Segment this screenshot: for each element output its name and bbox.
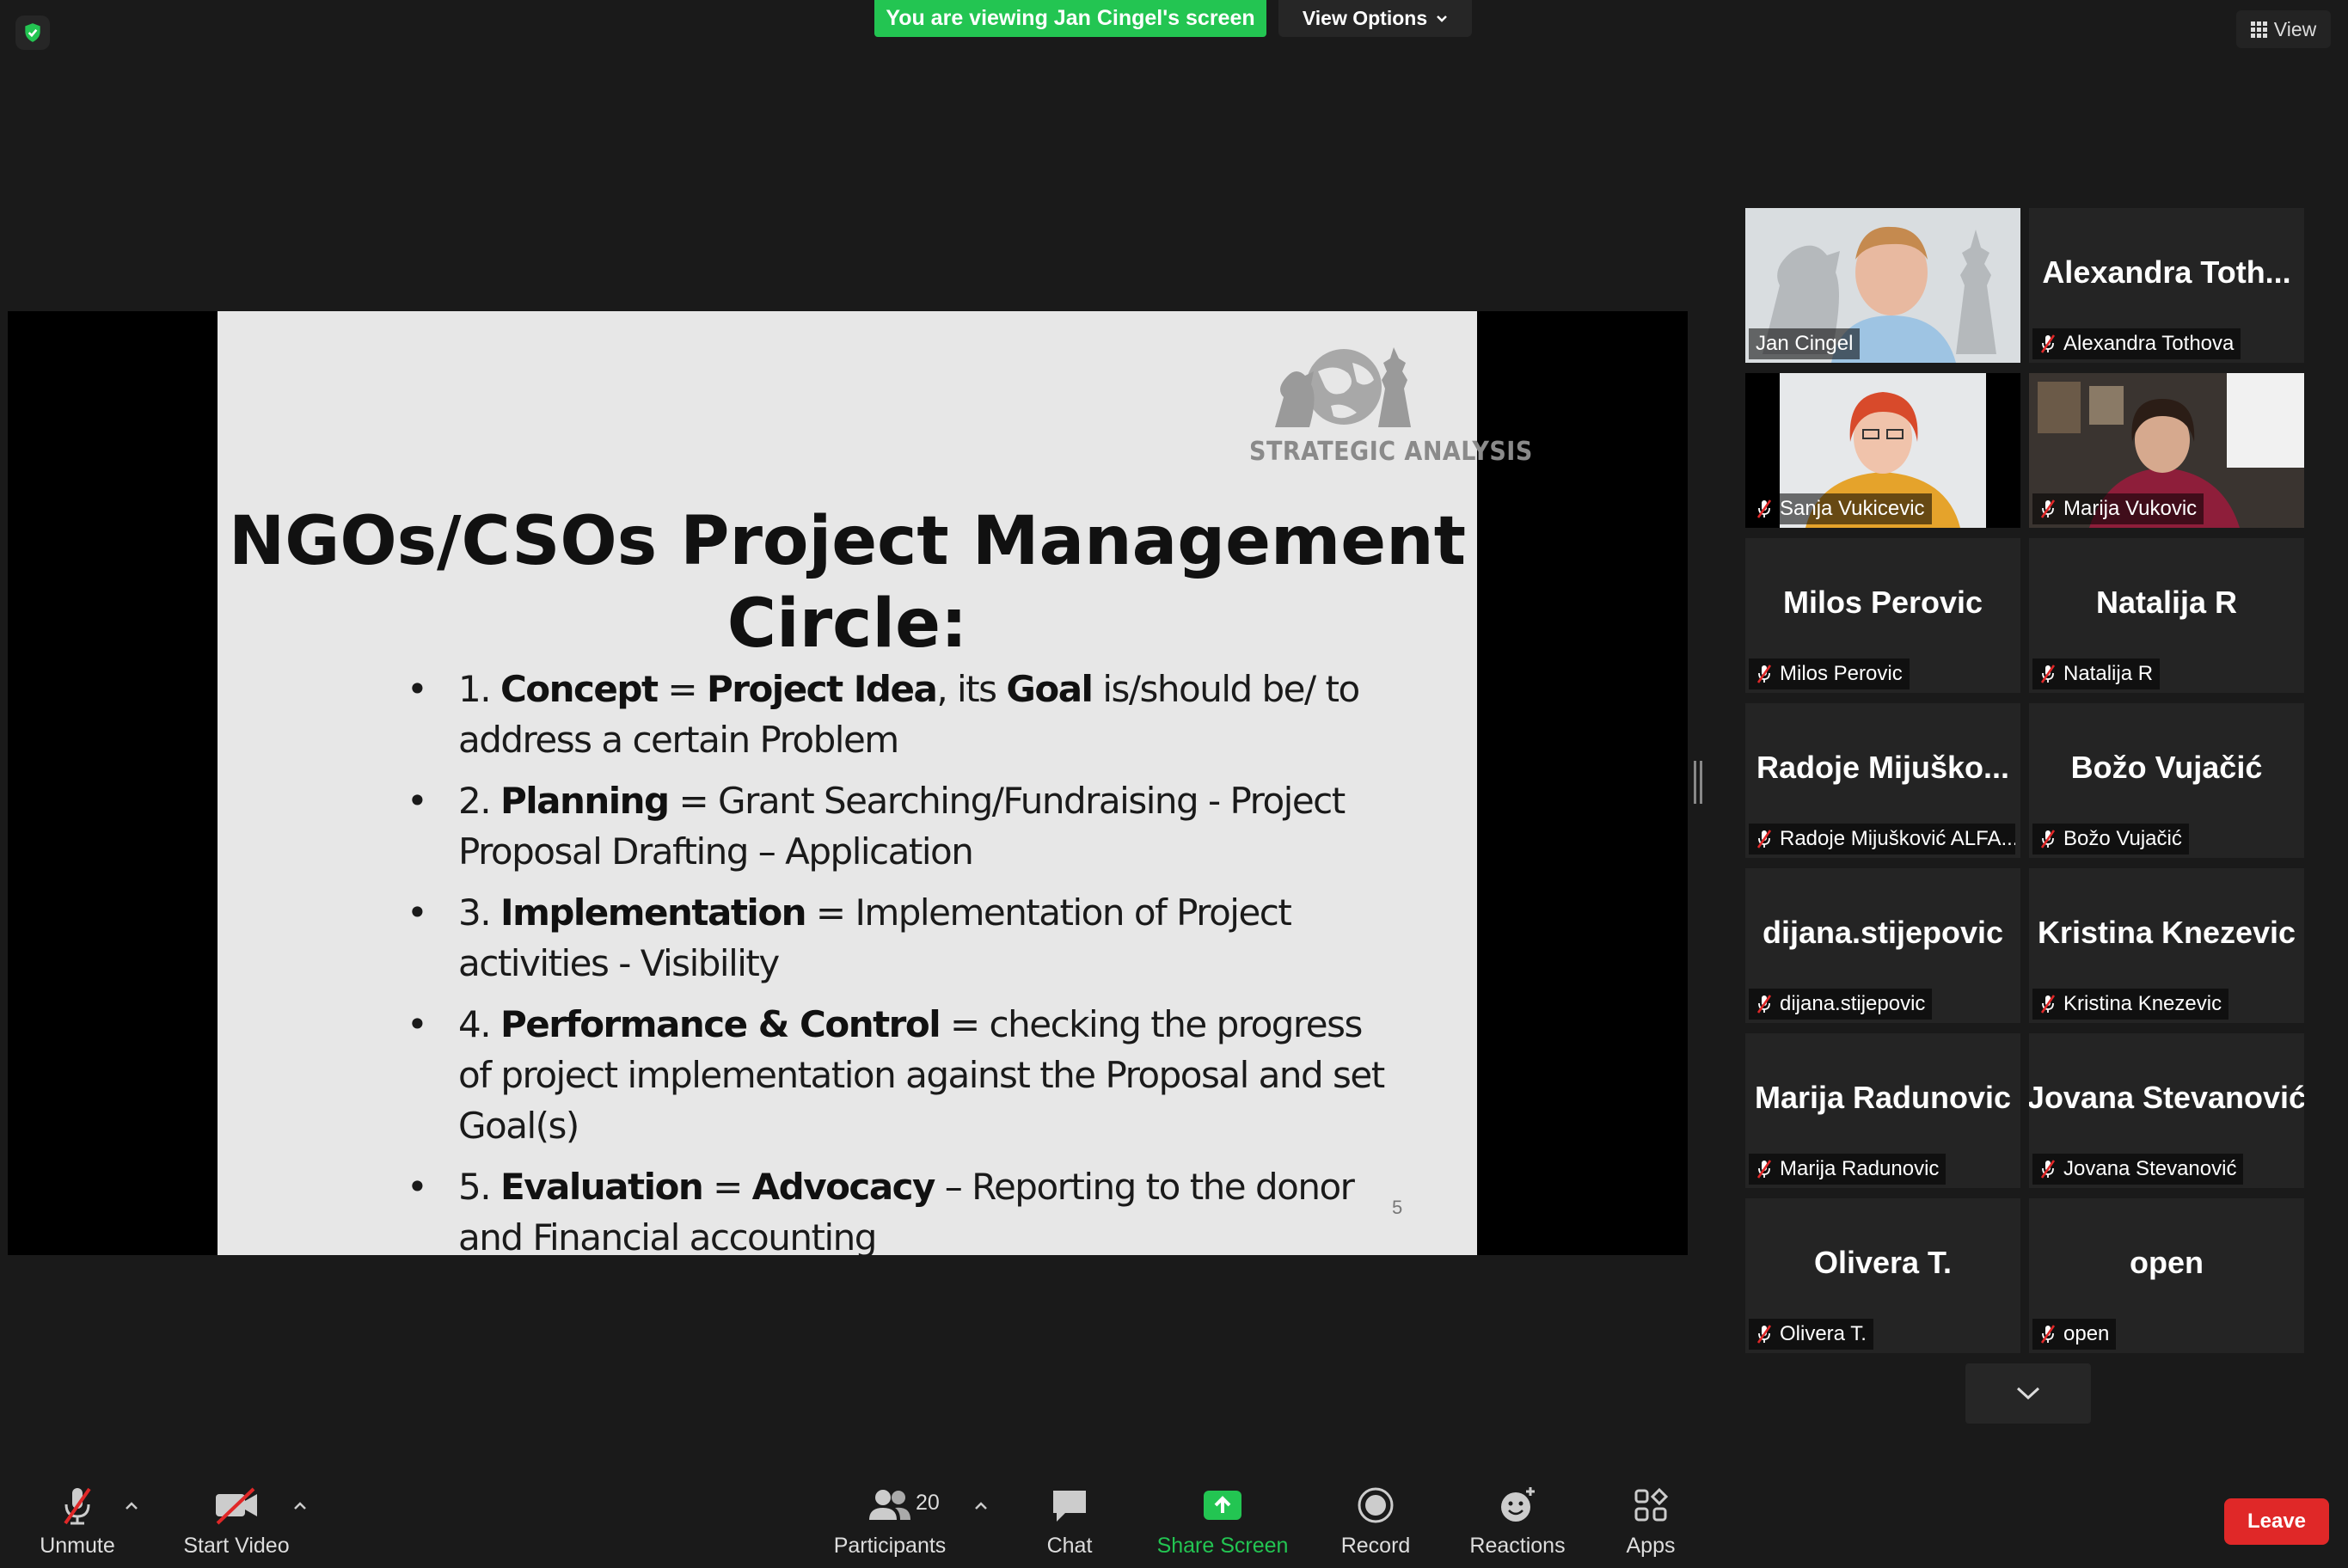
slide-title-line2: Circle: — [726, 585, 968, 663]
chat-icon — [1053, 1491, 1086, 1522]
view-options-button[interactable]: View Options — [1278, 0, 1472, 37]
video-off-icon — [216, 1487, 257, 1525]
muted-mic-icon — [1756, 1160, 1772, 1179]
muted-mic-icon — [2040, 499, 2056, 518]
grid-icon — [2250, 21, 2267, 38]
share-screen-icon — [1204, 1491, 1241, 1520]
participant-name-label: Natalija R — [2032, 658, 2161, 689]
view-options-label: View Options — [1302, 7, 1428, 29]
participant-tile[interactable]: Božo Vujačić Božo Vujačić — [2029, 703, 2304, 858]
view-layout-button[interactable]: View — [2236, 10, 2331, 48]
muted-mic-icon — [64, 1487, 91, 1525]
apps-label: Apps — [1626, 1534, 1676, 1558]
participant-name-label: Sanja Vukicevic — [1749, 493, 1932, 524]
participant-name-label: Jovana Stevanović — [2032, 1154, 2244, 1185]
participant-tile[interactable]: Kristina Knezevic Kristina Knezevic — [2029, 868, 2304, 1023]
muted-mic-icon — [2040, 995, 2056, 1014]
participant-count: 20 — [916, 1491, 940, 1515]
start-video-button[interactable]: Start Video — [176, 1485, 297, 1568]
apps-icon — [1634, 1487, 1669, 1522]
share-screen-label: Share Screen — [1156, 1534, 1289, 1558]
presentation-slide: STRATEGIC ANALYSIS NGOs/CSOs Project Man… — [218, 311, 1533, 1259]
participant-tile[interactable]: dijana.stijepovic dijana.stijepovic — [1745, 868, 2020, 1023]
reactions-button[interactable]: Reactions — [1462, 1485, 1573, 1568]
chevron-down-icon — [2016, 1387, 2040, 1400]
video-options-caret-icon[interactable] — [291, 1498, 309, 1515]
unmute-label: Unmute — [40, 1534, 115, 1558]
logo-text: STRATEGIC ANALYSIS — [1249, 437, 1533, 467]
chat-button[interactable]: Chat — [1035, 1485, 1104, 1568]
record-icon — [1358, 1487, 1394, 1523]
chess-globe-logo-icon — [1275, 347, 1411, 427]
muted-mic-icon — [2040, 830, 2056, 848]
participant-name-label: open — [2032, 1319, 2117, 1350]
slide-page-number: 5 — [1392, 1197, 1403, 1218]
audio-options-caret-icon[interactable] — [123, 1498, 140, 1515]
reactions-emoji-icon — [1501, 1487, 1535, 1522]
participant-tile[interactable]: Sanja Vukicevic — [1745, 373, 2020, 528]
participant-tile[interactable]: Jovana Stevanović Jovana Stevanović — [2029, 1033, 2304, 1188]
participant-name-label: Jan Cingel — [1749, 328, 1861, 359]
muted-mic-icon — [2040, 665, 2056, 683]
muted-mic-icon — [1756, 665, 1772, 683]
security-shield-icon[interactable] — [15, 15, 50, 50]
participant-name-label: dijana.stijepovic — [1749, 989, 1933, 1020]
strategic-analysis-logo: STRATEGIC ANALYSIS — [1249, 337, 1533, 475]
participant-name-label: Božo Vujačić — [2032, 824, 2189, 854]
participant-tile[interactable]: Alexandra Toth... Alexandra Tothova — [2029, 208, 2304, 363]
participant-tile[interactable]: Milos Perovic Milos Perovic — [1745, 538, 2020, 693]
participant-name-label: Milos Perovic — [1749, 658, 1910, 689]
bullet-item: 1. Concept = Project Idea, its Goal is/s… — [407, 664, 1404, 765]
participant-tile[interactable]: Jan Cingel — [1745, 208, 2020, 363]
participants-options-caret-icon[interactable] — [972, 1498, 990, 1515]
bullet-item: 5. Evaluation = Advocacy – Reporting to … — [407, 1161, 1404, 1263]
slide-title: NGOs/CSOs Project Management Circle: — [218, 500, 1477, 665]
participant-name-label: Radoje Mijušković ALFA... — [1749, 824, 2015, 854]
record-label: Record — [1340, 1534, 1411, 1558]
muted-mic-icon — [1756, 499, 1772, 518]
share-screen-button[interactable]: Share Screen — [1156, 1485, 1289, 1568]
muted-mic-icon — [2040, 1160, 2056, 1179]
gallery-next-page-button[interactable] — [1965, 1363, 2091, 1424]
muted-mic-icon — [1756, 1325, 1772, 1344]
participant-tile[interactable]: Olivera T. Olivera T. — [1745, 1198, 2020, 1353]
participant-name-label: Marija Radunovic — [1749, 1154, 1946, 1185]
participant-name-label: Olivera T. — [1749, 1319, 1873, 1350]
slide-bullet-list: 1. Concept = Project Idea, its Goal is/s… — [407, 664, 1404, 1273]
meeting-toolbar: Unmute Start Video Participants 20 Chat … — [0, 1461, 2348, 1568]
muted-mic-icon — [1756, 995, 1772, 1014]
bullet-item: 4. Performance & Control = checking the … — [407, 999, 1404, 1151]
bullet-item: 3. Implementation = Implementation of Pr… — [407, 887, 1404, 989]
apps-button[interactable]: Apps — [1616, 1485, 1685, 1568]
reactions-label: Reactions — [1469, 1534, 1566, 1558]
viewing-screen-banner: You are viewing Jan Cingel's screen — [874, 0, 1266, 37]
participant-tile[interactable]: Radoje Mijuško... Radoje Mijušković ALFA… — [1745, 703, 2020, 858]
record-button[interactable]: Record — [1333, 1485, 1419, 1568]
shared-screen[interactable]: STRATEGIC ANALYSIS NGOs/CSOs Project Man… — [8, 311, 1688, 1259]
chat-label: Chat — [1046, 1534, 1093, 1558]
participant-tile[interactable]: open open — [2029, 1198, 2304, 1353]
participant-tile[interactable]: Marija Radunovic Marija Radunovic — [1745, 1033, 2020, 1188]
participants-label: Participants — [833, 1534, 947, 1558]
muted-mic-icon — [2040, 334, 2056, 353]
start-video-label: Start Video — [183, 1534, 290, 1558]
panel-resize-handle[interactable] — [1694, 761, 1702, 804]
participant-tile[interactable]: Marija Vukovic — [2029, 373, 2304, 528]
slide-title-line1: NGOs/CSOs Project Management — [229, 503, 1466, 580]
participant-name-label: Alexandra Tothova — [2032, 328, 2241, 359]
participant-name-label: Marija Vukovic — [2032, 493, 2204, 524]
participant-tile[interactable]: Natalija R Natalija R — [2029, 538, 2304, 693]
leave-meeting-button[interactable]: Leave — [2224, 1498, 2329, 1545]
chevron-down-icon — [1437, 15, 1448, 22]
bullet-item: 2. Planning = Grant Searching/Fundraisin… — [407, 775, 1404, 877]
muted-mic-icon — [1756, 830, 1772, 848]
participants-icon — [869, 1490, 910, 1520]
unmute-button[interactable]: Unmute — [26, 1485, 129, 1568]
muted-mic-icon — [2040, 1325, 2056, 1344]
view-label: View — [2273, 17, 2317, 40]
participant-name-label: Kristina Knezevic — [2032, 989, 2229, 1020]
